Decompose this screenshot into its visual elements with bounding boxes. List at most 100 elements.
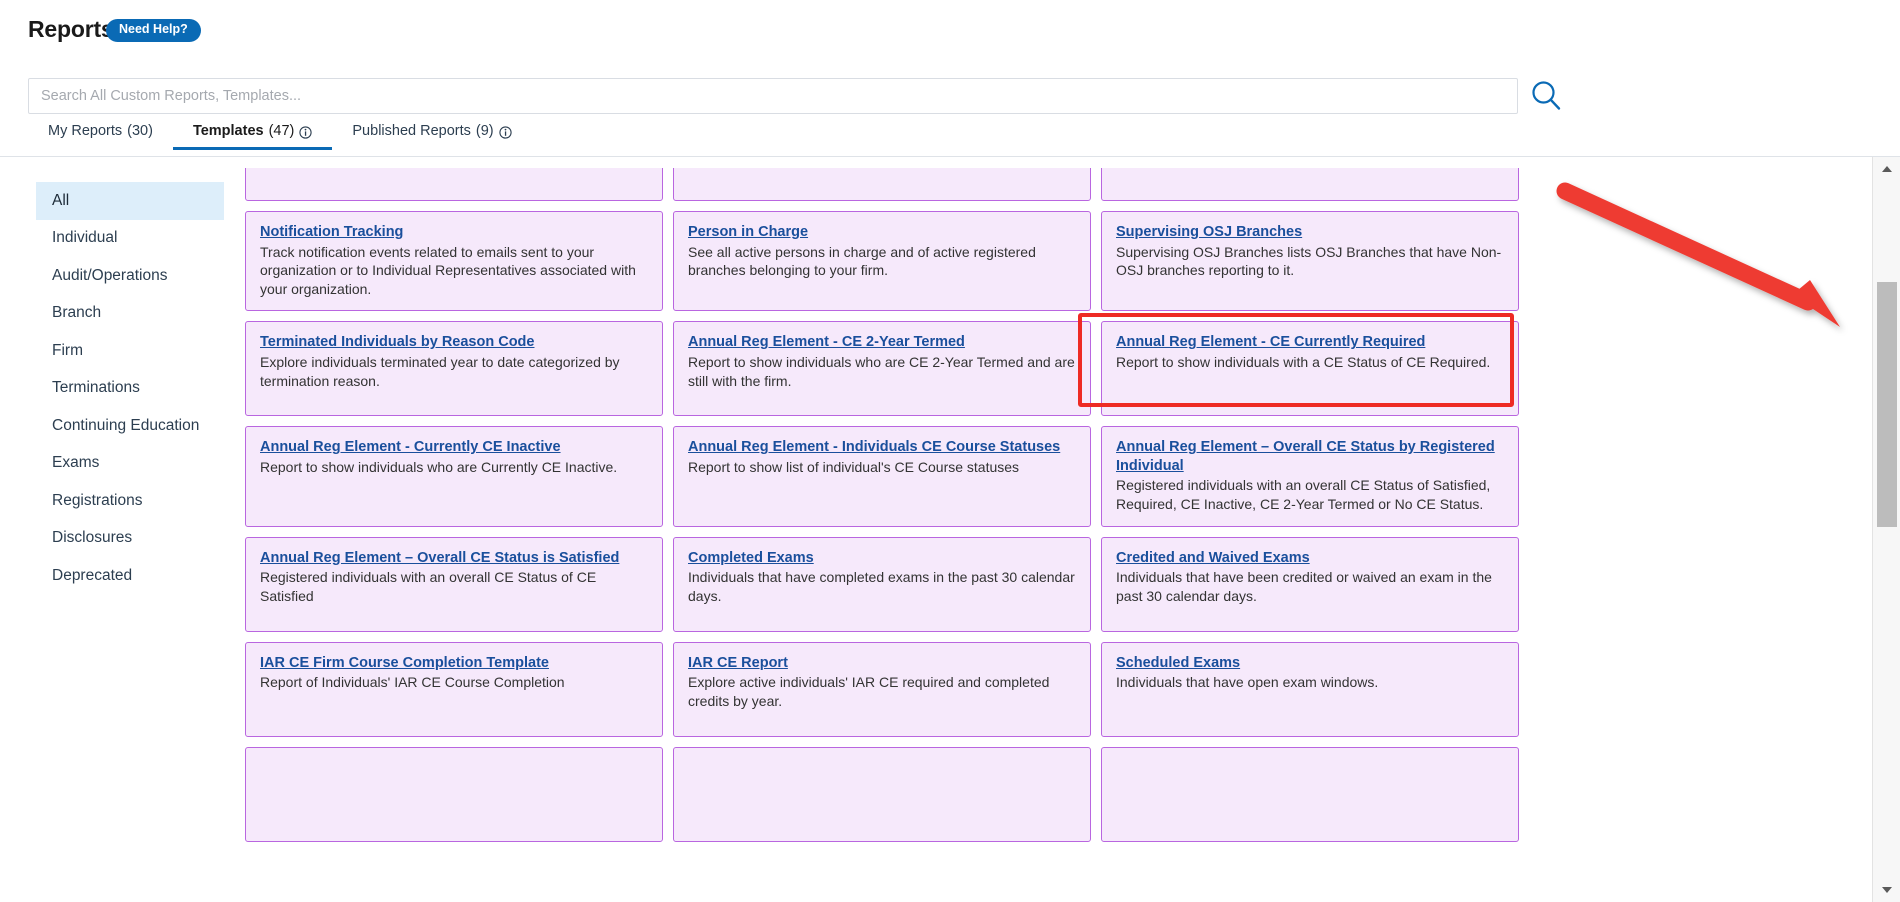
template-card-description: Report of Individuals' IAR CE Course Com… [260,673,648,692]
sidebar-item-exams[interactable]: Exams [36,445,224,483]
sidebar-item-label: Continuing Education [52,417,199,435]
sidebar-item-all[interactable]: All [36,182,224,220]
sidebar-item-label: Registrations [52,492,142,510]
tabs-divider [0,156,1900,157]
template-card-description: Registered individuals with an overall C… [1116,476,1504,513]
sidebar-item-label: Terminations [52,379,140,397]
template-card[interactable] [245,168,663,201]
sidebar-item-label: Individual [52,229,118,247]
sidebar-item-label: Exams [52,454,99,472]
template-card-description: Individuals that have been credited or w… [1116,568,1504,605]
templates-grid: that users at your firm are performing a… [245,168,1520,842]
template-card[interactable]: Completed ExamsIndividuals that have com… [673,537,1091,632]
sidebar-item-individual[interactable]: Individual [36,220,224,258]
search-input[interactable] [29,79,1517,113]
tab-templates-count: (47) [269,123,295,139]
template-card-title[interactable]: Annual Reg Element - CE Currently Requir… [1116,333,1504,352]
template-card[interactable]: Terminated Individuals by Reason CodeExp… [245,321,663,416]
template-card-title[interactable]: Completed Exams [688,549,1076,568]
template-card-description: Report to show individuals who are Curre… [260,458,648,477]
scrollbar-thumb[interactable] [1877,282,1897,527]
info-icon[interactable] [299,126,312,139]
reports-page: Reports Need Help? My Reports (30) Templ… [0,0,1900,902]
sidebar-item-continuing-education[interactable]: Continuing Education [36,407,224,445]
category-sidebar: All Individual Audit/Operations Branch F… [36,182,224,595]
template-card-description: Individuals that have completed exams in… [688,568,1076,605]
template-card-description: Individuals that have open exam windows. [1116,673,1504,692]
sidebar-item-terminations[interactable]: Terminations [36,370,224,408]
template-card-description: See all active persons in charge and of … [688,243,1076,280]
tab-published-reports-label: Published Reports [352,123,471,139]
sidebar-item-label: Firm [52,342,83,360]
tab-templates-label: Templates [193,123,264,139]
template-card[interactable]: Annual Reg Element – Overall CE Status i… [245,537,663,632]
search-icon[interactable] [1525,74,1567,116]
sidebar-item-registrations[interactable]: Registrations [36,482,224,520]
template-card-description: Explore individuals terminated year to d… [260,353,648,390]
template-card-description: Report to show individuals who are CE 2-… [688,353,1076,390]
scroll-down-arrow-icon[interactable] [1873,878,1900,902]
template-card-title[interactable]: Supervising OSJ Branches [1116,223,1504,242]
page-header: Reports Need Help? [0,0,1900,62]
template-card-description: Report to show individuals with a CE Sta… [1116,353,1504,372]
template-card[interactable]: Annual Reg Element - Individuals CE Cour… [673,426,1091,526]
template-card-description: Report to show list of individual's CE C… [688,458,1076,477]
sidebar-item-deprecated[interactable]: Deprecated [36,557,224,595]
template-card[interactable]: that users at your firm are performing a… [673,168,1091,201]
template-card-description: Registered individuals with an overall C… [260,568,648,605]
template-card-title[interactable]: Terminated Individuals by Reason Code [260,333,648,352]
tab-bar: My Reports (30) Templates (47) Published… [28,120,532,157]
tab-templates[interactable]: Templates (47) [173,120,332,150]
tab-my-reports-count: (30) [127,123,153,139]
template-card[interactable]: IAR CE ReportExplore active individuals'… [673,642,1091,737]
templates-list: that users at your firm are performing a… [245,168,1850,902]
template-card[interactable]: IAR CE Firm Course Completion TemplateRe… [245,642,663,737]
sidebar-item-label: Disclosures [52,529,132,547]
template-card-title[interactable]: IAR CE Report [688,654,1076,673]
info-icon[interactable] [499,126,512,139]
sidebar-item-firm[interactable]: Firm [36,332,224,370]
template-card[interactable]: Annual Reg Element – Overall CE Status b… [1101,426,1519,526]
tab-published-reports-count: (9) [476,123,494,139]
template-card-title[interactable]: Credited and Waived Exams [1116,549,1504,568]
template-card-title[interactable]: Annual Reg Element - Currently CE Inacti… [260,438,648,457]
template-card[interactable]: Credited and Waived ExamsIndividuals tha… [1101,537,1519,632]
tab-my-reports[interactable]: My Reports (30) [28,120,173,150]
template-card-description: Track notification events related to ema… [260,243,648,299]
template-card[interactable]: Scheduled ExamsIndividuals that have ope… [1101,642,1519,737]
tab-my-reports-label: My Reports [48,123,122,139]
sidebar-item-label: Deprecated [52,567,132,585]
sidebar-item-label: Audit/Operations [52,267,167,285]
template-card[interactable] [1101,168,1519,201]
template-card[interactable]: Supervising OSJ BranchesSupervising OSJ … [1101,211,1519,311]
template-card-description: Supervising OSJ Branches lists OSJ Branc… [1116,243,1504,280]
sidebar-item-branch[interactable]: Branch [36,295,224,333]
template-card-title[interactable]: IAR CE Firm Course Completion Template [260,654,648,673]
template-card[interactable] [673,747,1091,842]
sidebar-item-audit-operations[interactable]: Audit/Operations [36,257,224,295]
template-card[interactable]: Annual Reg Element - Currently CE Inacti… [245,426,663,526]
sidebar-item-label: Branch [52,304,101,322]
template-card-title[interactable]: Notification Tracking [260,223,648,242]
template-card[interactable] [245,747,663,842]
template-card-title[interactable]: Person in Charge [688,223,1076,242]
search-box[interactable] [28,78,1518,114]
sidebar-item-label: All [52,192,69,210]
template-card[interactable] [1101,747,1519,842]
need-help-button[interactable]: Need Help? [106,19,201,42]
template-card-title[interactable]: Annual Reg Element – Overall CE Status b… [1116,438,1504,475]
template-card[interactable]: Annual Reg Element - CE Currently Requir… [1101,321,1519,416]
template-card-description: Explore active individuals' IAR CE requi… [688,673,1076,710]
template-card-title[interactable]: Scheduled Exams [1116,654,1504,673]
template-card[interactable]: Annual Reg Element - CE 2-Year TermedRep… [673,321,1091,416]
sidebar-item-disclosures[interactable]: Disclosures [36,520,224,558]
template-card[interactable]: Notification TrackingTrack notification … [245,211,663,311]
scroll-up-arrow-icon[interactable] [1873,157,1900,181]
template-card-title[interactable]: Annual Reg Element – Overall CE Status i… [260,549,648,568]
page-title: Reports [28,16,114,43]
template-card-title[interactable]: Annual Reg Element - Individuals CE Cour… [688,438,1076,457]
template-card-title[interactable]: Annual Reg Element - CE 2-Year Termed [688,333,1076,352]
tab-published-reports[interactable]: Published Reports (9) [332,120,531,150]
vertical-scrollbar[interactable] [1872,157,1900,902]
template-card[interactable]: Person in ChargeSee all active persons i… [673,211,1091,311]
